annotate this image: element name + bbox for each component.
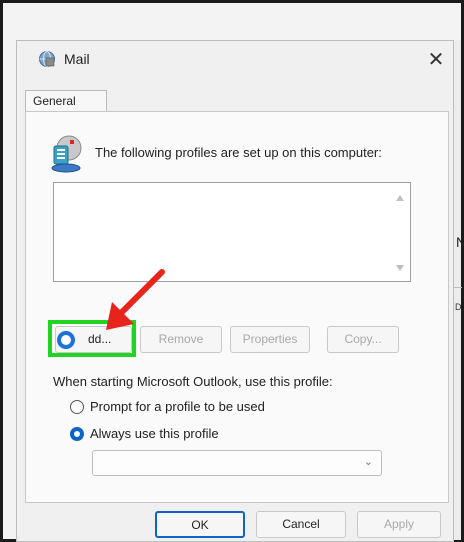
ok-button[interactable]: OK	[155, 511, 245, 538]
radio-checked[interactable]	[70, 427, 84, 441]
copy-button[interactable]: Copy...	[327, 326, 399, 353]
tab-general[interactable]: General	[25, 90, 107, 112]
background-letter: N	[456, 234, 464, 250]
profiles-list[interactable]	[53, 182, 411, 282]
cancel-button[interactable]: Cancel	[256, 511, 346, 538]
radio-unchecked[interactable]	[70, 400, 84, 414]
title-bar: Mail ✕	[16, 40, 454, 82]
apply-button[interactable]: Apply	[357, 511, 441, 538]
close-button[interactable]: ✕	[424, 48, 448, 72]
mail-globe-icon	[39, 51, 55, 67]
profiles-card-icon	[51, 135, 82, 173]
background-divider	[454, 287, 462, 288]
window-title: Mail	[64, 51, 90, 67]
startup-heading: When starting Microsoft Outlook, use thi…	[53, 374, 333, 389]
properties-button[interactable]: Properties	[230, 326, 310, 353]
scroll-down-arrow-icon[interactable]	[396, 265, 404, 271]
scroll-up-arrow-icon[interactable]	[396, 195, 404, 201]
click-cursor-icon	[57, 331, 75, 349]
pointer-arrow-icon	[106, 269, 165, 330]
profiles-heading: The following profiles are set up on thi…	[95, 145, 382, 160]
profiles-list-scrollbar[interactable]	[394, 185, 408, 279]
radio-always-label: Always use this profile	[90, 426, 219, 441]
chevron-down-icon[interactable]: ⌄	[364, 455, 373, 468]
profile-select[interactable]: ⌄	[92, 450, 382, 476]
general-tab-panel	[25, 111, 449, 503]
background-text: D	[455, 302, 462, 312]
radio-prompt-label: Prompt for a profile to be used	[90, 399, 265, 414]
